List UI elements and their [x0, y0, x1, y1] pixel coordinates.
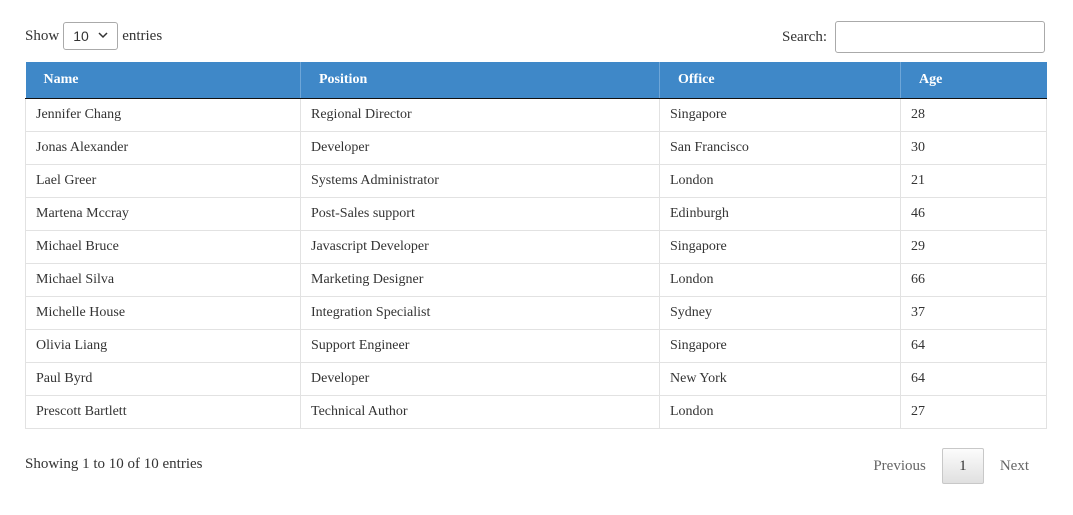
table-row: Prescott Bartlett Technical Author London 2…: [25, 394, 1047, 429]
cell-position: Post-Sales support: [300, 196, 660, 231]
table-row: Jennifer Chang Regional Director Singapore…: [25, 97, 1047, 132]
table-row: Michelle House Integration Specialist Sydn…: [25, 295, 1047, 330]
cell-position: Integration Specialist: [300, 295, 660, 330]
cell-age: 46: [900, 196, 1047, 231]
column-header-position[interactable]: Position: [300, 62, 660, 99]
table-row: Olivia Liang Support Engineer Singapore 64: [25, 328, 1047, 363]
cell-office: Singapore: [659, 97, 901, 132]
entries-label: entries: [122, 27, 163, 44]
cell-name: Olivia Liang: [25, 328, 301, 363]
cell-name: Michael Silva: [25, 262, 301, 297]
cell-name: Lael Greer: [25, 163, 301, 198]
cell-name: Jonas Alexander: [25, 130, 301, 165]
search-label: Search:: [782, 28, 827, 45]
cell-age: 28: [900, 97, 1047, 132]
table-row: Michael Bruce Javascript Developer Singapo…: [25, 229, 1047, 264]
cell-age: 30: [900, 130, 1047, 165]
page-length-value: 10: [73, 28, 89, 44]
chevron-down-icon: [98, 32, 108, 39]
cell-office: London: [659, 163, 901, 198]
cell-age: 64: [900, 361, 1047, 396]
cell-age: 21: [900, 163, 1047, 198]
cell-office: Singapore: [659, 229, 901, 264]
cell-office: New York: [659, 361, 901, 396]
table-row: Jonas Alexander Developer San Francisco 30: [25, 130, 1047, 165]
search-control: Search:: [782, 21, 1045, 53]
search-input[interactable]: [835, 21, 1045, 53]
cell-position: Developer: [300, 361, 660, 396]
cell-office: Sydney: [659, 295, 901, 330]
cell-office: London: [659, 394, 901, 429]
cell-position: Developer: [300, 130, 660, 165]
table-row: Lael Greer Systems Administrator London 21: [25, 163, 1047, 198]
cell-position: Systems Administrator: [300, 163, 660, 198]
next-button[interactable]: Next: [984, 449, 1045, 483]
show-label: Show: [25, 27, 60, 44]
cell-position: Support Engineer: [300, 328, 660, 363]
cell-office: San Francisco: [659, 130, 901, 165]
cell-age: 64: [900, 328, 1047, 363]
pagination: Previous 1 Next: [857, 448, 1045, 484]
cell-office: Edinburgh: [659, 196, 901, 231]
cell-name: Paul Byrd: [25, 361, 301, 396]
cell-position: Marketing Designer: [300, 262, 660, 297]
cell-office: London: [659, 262, 901, 297]
table-body: Jennifer Chang Regional Director Singapore…: [25, 97, 1047, 429]
cell-age: 29: [900, 229, 1047, 264]
table-row: Michael Silva Marketing Designer London 66: [25, 262, 1047, 297]
table-controls-bottom: Showing 1 to 10 of 10 entries Previous 1…: [25, 448, 1045, 484]
previous-button[interactable]: Previous: [857, 449, 942, 483]
table-controls-top: Show 10 entries Search:: [25, 21, 1045, 53]
cell-age: 37: [900, 295, 1047, 330]
column-header-name[interactable]: Name: [25, 62, 301, 99]
table-header-row: Name Position Office Age: [25, 62, 1047, 99]
cell-position: Javascript Developer: [300, 229, 660, 264]
page-length-control: Show 10 entries: [25, 21, 162, 51]
table-row: Martena Mccray Post-Sales support Edinburg…: [25, 196, 1047, 231]
column-header-office[interactable]: Office: [659, 62, 901, 99]
cell-age: 66: [900, 262, 1047, 297]
cell-name: Jennifer Chang: [25, 97, 301, 132]
cell-office: Singapore: [659, 328, 901, 363]
cell-name: Michelle House: [25, 295, 301, 330]
page-button-current[interactable]: 1: [941, 448, 984, 484]
cell-name: Prescott Bartlett: [25, 394, 301, 429]
cell-age: 27: [900, 394, 1047, 429]
cell-name: Michael Bruce: [25, 229, 301, 264]
table-info: Showing 1 to 10 of 10 entries: [25, 456, 203, 472]
cell-name: Martena Mccray: [25, 196, 301, 231]
cell-position: Technical Author: [300, 394, 660, 429]
table-row: Paul Byrd Developer New York 64: [25, 361, 1047, 396]
column-header-age[interactable]: Age: [900, 62, 1047, 99]
cell-position: Regional Director: [300, 97, 660, 132]
data-table: Name Position Office Age Jennifer Chang R…: [25, 62, 1047, 429]
page-length-select[interactable]: 10: [63, 22, 119, 50]
